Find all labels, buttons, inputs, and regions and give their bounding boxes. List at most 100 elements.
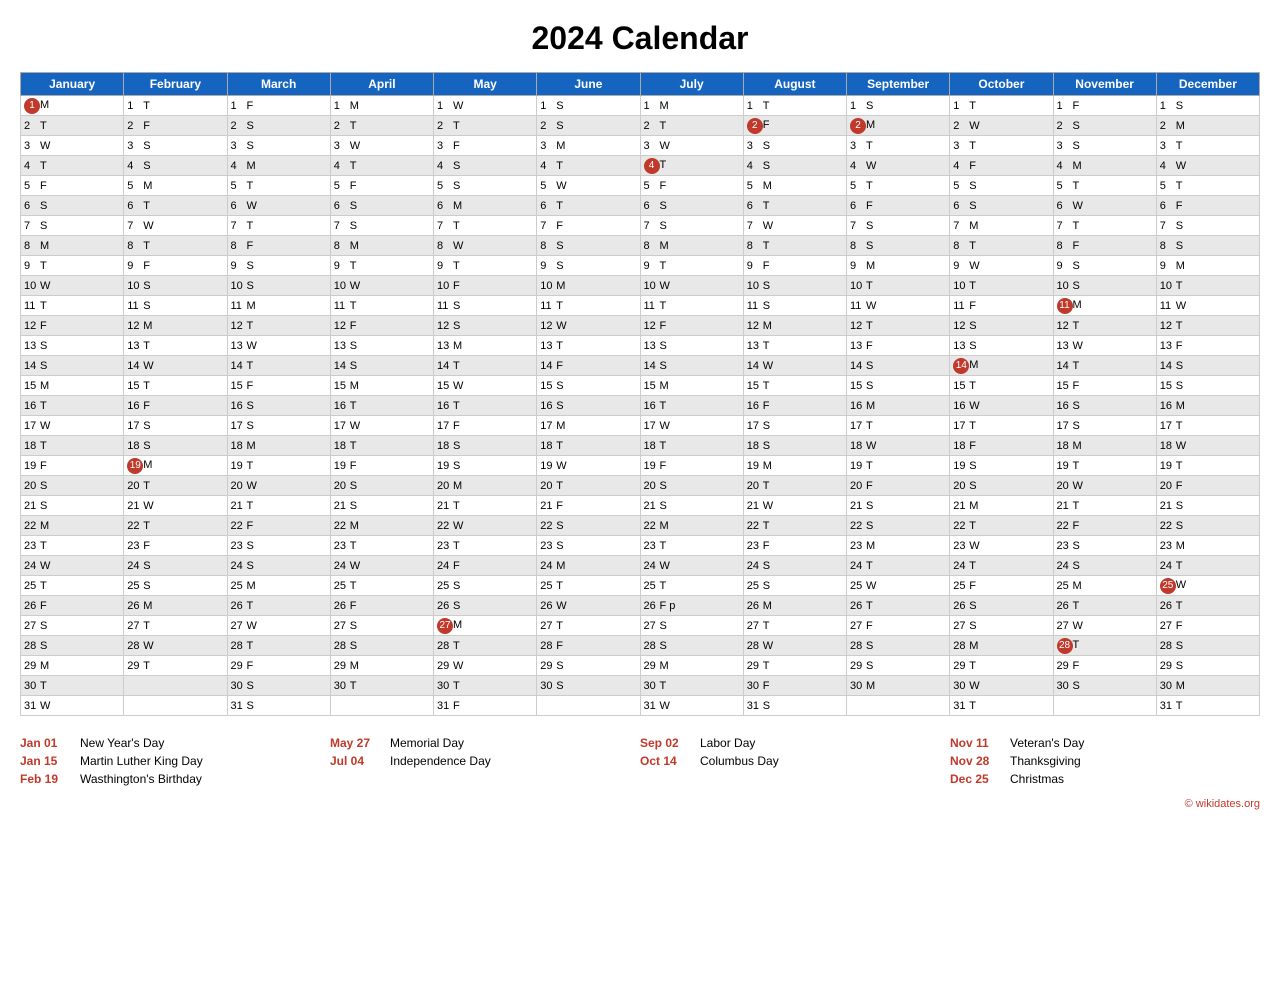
holiday-name: New Year's Day	[80, 736, 164, 750]
day-letter: F	[1073, 660, 1080, 672]
day-num: 14	[540, 360, 556, 372]
day-letter: T	[350, 440, 357, 452]
calendar-cell: 11 W	[847, 296, 950, 316]
day-letter: T	[247, 180, 254, 192]
day-letter: M	[350, 240, 359, 252]
calendar-cell: 16 S	[1053, 396, 1156, 416]
day-letter: M	[350, 100, 359, 112]
day-num: 9	[540, 260, 556, 272]
day-letter: M	[763, 460, 772, 472]
calendar-cell: 2 S	[1053, 116, 1156, 136]
day-num: 13	[1160, 340, 1176, 352]
holiday-name: Labor Day	[700, 736, 755, 750]
calendar-cell: 28 S	[330, 636, 433, 656]
day-letter: S	[556, 240, 563, 252]
day-num: 4	[437, 160, 453, 172]
month-header-oct: October	[950, 73, 1053, 96]
calendar-cell: 9 S	[537, 256, 640, 276]
day-letter: M	[866, 540, 875, 552]
day-letter: T	[247, 640, 254, 652]
day-num: 28	[850, 640, 866, 652]
day-num: 27	[1057, 620, 1073, 632]
day-letter: S	[247, 680, 254, 692]
month-header-mar: March	[227, 73, 330, 96]
day-letter: W	[453, 380, 463, 392]
day-num: 5	[540, 180, 556, 192]
day-num: 13	[1057, 340, 1073, 352]
holiday-item: Sep 02 Labor Day	[640, 736, 930, 750]
day-letter: T	[40, 680, 47, 692]
day-letter: F	[969, 300, 976, 312]
day-num: 20	[231, 480, 247, 492]
day-letter: W	[866, 580, 876, 592]
day-num: 13	[953, 340, 969, 352]
day-num: 18	[24, 440, 40, 452]
calendar-cell: 3 S	[227, 136, 330, 156]
day-num: 28	[24, 640, 40, 652]
calendar-cell: 13 T	[537, 336, 640, 356]
calendar-cell: 27 M	[434, 616, 537, 636]
calendar-cell: 16 T	[21, 396, 124, 416]
calendar-cell: 21 T	[434, 496, 537, 516]
day-letter: F	[763, 680, 770, 692]
calendar-cell: 30 M	[1156, 676, 1259, 696]
day-letter: W	[453, 660, 463, 672]
day-num: 8	[334, 240, 350, 252]
day-letter: T	[1073, 180, 1080, 192]
calendar-cell: 29 F	[227, 656, 330, 676]
day-num: 14	[1057, 360, 1073, 372]
day-letter: S	[1073, 140, 1080, 152]
calendar-cell: 22 T	[743, 516, 846, 536]
day-num: 10	[540, 280, 556, 292]
day-letter: T	[1073, 460, 1080, 472]
calendar-cell: 15 M	[330, 376, 433, 396]
circle-day: 2	[747, 118, 763, 134]
calendar-cell: 14 S	[330, 356, 433, 376]
day-num: 15	[850, 380, 866, 392]
calendar-cell: 28 T	[1053, 636, 1156, 656]
day-letter: S	[247, 420, 254, 432]
day-num: 2	[127, 120, 143, 132]
day-letter: W	[660, 140, 670, 152]
calendar-cell: 25 F	[950, 576, 1053, 596]
holiday-name: Martin Luther King Day	[80, 754, 203, 768]
day-num: 31	[747, 700, 763, 712]
calendar-cell: 5 T	[227, 176, 330, 196]
calendar-cell: 17 S	[124, 416, 227, 436]
day-letter: S	[1073, 540, 1080, 552]
day-letter: M	[40, 99, 49, 111]
day-letter: T	[40, 160, 47, 172]
day-letter: M	[763, 180, 772, 192]
calendar-cell: 27 T	[537, 616, 640, 636]
day-num: 6	[24, 200, 40, 212]
day-num: 14	[231, 360, 247, 372]
calendar-cell: 4 W	[847, 156, 950, 176]
month-header-feb: February	[124, 73, 227, 96]
day-letter: T	[453, 360, 460, 372]
calendar-cell: 26 F	[330, 596, 433, 616]
holiday-name: Columbus Day	[700, 754, 779, 768]
day-num: 21	[334, 500, 350, 512]
day-num: 9	[644, 260, 660, 272]
day-letter: W	[969, 400, 979, 412]
day-num: 19	[953, 460, 969, 472]
calendar-cell: 25 W	[847, 576, 950, 596]
day-num: 10	[1160, 280, 1176, 292]
calendar-cell: 25 W	[1156, 576, 1259, 596]
calendar-cell: 19 W	[537, 456, 640, 476]
holiday-group-3: Sep 02 Labor Day Oct 14 Columbus Day	[640, 736, 930, 790]
calendar-cell: 19 F	[21, 456, 124, 476]
month-header-dec: December	[1156, 73, 1259, 96]
day-letter: M	[660, 660, 669, 672]
day-num: 4	[1160, 160, 1176, 172]
calendar-cell: 11 F	[950, 296, 1053, 316]
day-num: 15	[747, 380, 763, 392]
day-num: 6	[437, 200, 453, 212]
holiday-name: Wasthington's Birthday	[80, 772, 202, 786]
calendar-cell-empty	[1053, 696, 1156, 716]
calendar-cell: 11 T	[330, 296, 433, 316]
calendar-cell: 14 S	[21, 356, 124, 376]
day-letter: S	[350, 340, 357, 352]
day-letter: T	[866, 280, 873, 292]
day-num: 5	[437, 180, 453, 192]
